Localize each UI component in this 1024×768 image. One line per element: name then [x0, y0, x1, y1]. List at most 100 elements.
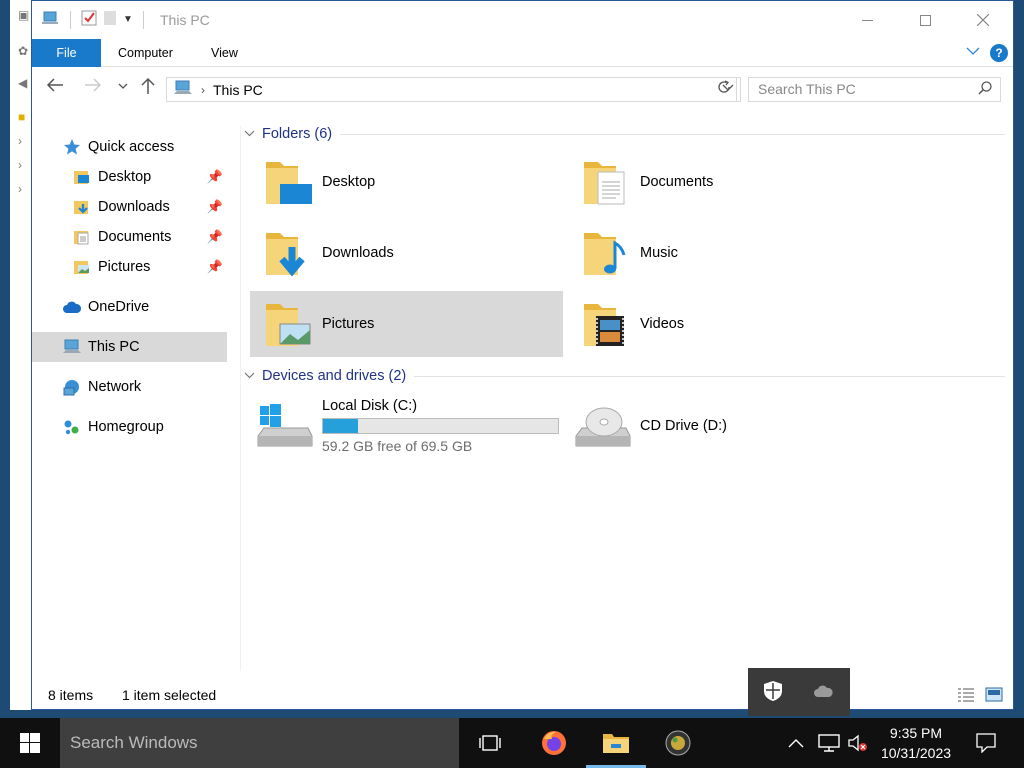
folders-group-header[interactable]: Folders (6)	[240, 123, 1005, 145]
new-folder-icon[interactable]	[103, 10, 117, 29]
homegroup-icon	[62, 418, 82, 436]
back-button[interactable]	[46, 77, 64, 98]
file-explorer-window: ▼ This PC File Computer View ? › This PC…	[31, 0, 1014, 710]
close-icon	[977, 14, 989, 26]
folder-name: Downloads	[322, 245, 394, 261]
desktop-folder-icon	[72, 169, 92, 185]
documents-folder-icon	[580, 156, 632, 208]
videos-folder-icon	[580, 298, 632, 350]
expand-ribbon-icon[interactable]	[966, 45, 980, 59]
recent-locations-button[interactable]	[118, 79, 128, 93]
sidebar-item-label: Network	[88, 379, 142, 395]
folder-tile-documents[interactable]: Documents	[568, 149, 881, 215]
folder-tile-music[interactable]: Music	[568, 220, 881, 286]
show-hidden-icons-button[interactable]	[788, 718, 804, 768]
sidebar-item-label: OneDrive	[88, 299, 150, 315]
drives-header-label: Devices and drives (2)	[262, 368, 407, 384]
drive-tile-local-disk[interactable]: Local Disk (C:) 59.2 GB free of 69.5 GB	[250, 393, 563, 459]
properties-icon[interactable]	[81, 10, 97, 29]
pin-icon[interactable]: 📌	[207, 229, 223, 245]
taskbar-search-box[interactable]: Search Windows	[60, 718, 459, 768]
ribbon: File Computer View ?	[32, 39, 1013, 67]
folder-name: Desktop	[322, 174, 376, 190]
minimize-button[interactable]	[838, 1, 896, 39]
folder-name: Pictures	[322, 316, 375, 332]
pin-icon[interactable]: 📌	[207, 259, 223, 275]
chevron-right-icon: ›	[18, 182, 22, 196]
customize-toolbar-icon[interactable]: ▼	[123, 14, 133, 25]
app-taskbar-button[interactable]	[648, 718, 708, 768]
folder-tile-videos[interactable]: Videos	[568, 291, 881, 357]
refresh-button[interactable]	[712, 77, 737, 102]
tab-view[interactable]: View	[211, 39, 238, 67]
sidebar-item-label: Pictures	[98, 259, 151, 275]
network-tray-button[interactable]	[818, 718, 840, 768]
folder-tile-pictures[interactable]: Pictures	[250, 291, 563, 357]
task-view-icon	[479, 735, 501, 751]
search-input[interactable]	[749, 78, 969, 100]
navigation-pane: Quick access Desktop 📌 Downloads 📌 Docum…	[32, 126, 237, 671]
computer-icon	[62, 339, 82, 355]
sidebar-item-label: Documents	[98, 229, 172, 245]
file-explorer-taskbar-button[interactable]	[586, 718, 646, 768]
folder-name: Videos	[640, 316, 685, 332]
pin-icon[interactable]: 📌	[207, 169, 223, 185]
task-view-button[interactable]	[460, 718, 520, 768]
maximize-button[interactable]	[896, 1, 954, 39]
sidebar-item-onedrive[interactable]: OneDrive	[32, 292, 227, 322]
sidebar-item-homegroup[interactable]: Homegroup	[32, 412, 227, 442]
address-bar[interactable]: › This PC	[166, 77, 741, 102]
volume-tray-button[interactable]	[848, 718, 868, 768]
minimize-icon	[861, 19, 873, 21]
pin-icon[interactable]: 📌	[207, 199, 223, 215]
taskbar-clock[interactable]: 9:35 PM 10/31/2023	[868, 723, 964, 763]
back-arrow-icon: ◀	[18, 76, 28, 90]
folder-tile-desktop[interactable]: Desktop	[250, 149, 563, 215]
firefox-taskbar-button[interactable]	[524, 718, 584, 768]
sidebar-item-desktop[interactable]: Desktop 📌	[32, 162, 227, 192]
maximize-icon	[919, 14, 931, 26]
cloud-icon	[62, 300, 82, 314]
chevron-right-icon: ›	[18, 134, 22, 148]
defender-shield-icon[interactable]	[763, 680, 783, 705]
folder-icon: ▣	[18, 8, 30, 22]
forward-arrow-icon	[85, 78, 102, 92]
content-pane: Folders (6) Desktop Documents Downloads	[240, 111, 1005, 671]
forward-button[interactable]	[84, 77, 102, 98]
action-center-button[interactable]	[966, 718, 1006, 768]
drives-group-header[interactable]: Devices and drives (2)	[240, 365, 1005, 387]
drive-tile-cd-drive[interactable]: CD Drive (D:)	[568, 393, 881, 459]
sidebar-item-documents[interactable]: Documents 📌	[32, 222, 227, 252]
sidebar-item-this-pc[interactable]: This PC	[32, 332, 227, 362]
file-explorer-icon	[603, 734, 629, 753]
chevron-down-icon	[118, 83, 128, 89]
details-view-button[interactable]	[957, 687, 975, 702]
search-icon	[978, 81, 992, 98]
clock-time: 9:35 PM	[889, 725, 943, 741]
pictures-folder-icon	[262, 298, 314, 350]
onedrive-tray-icon[interactable]	[813, 684, 835, 701]
sidebar-item-downloads[interactable]: Downloads 📌	[32, 192, 227, 222]
close-button[interactable]	[954, 1, 1012, 39]
downloads-folder-icon	[72, 199, 92, 215]
up-button[interactable]	[140, 77, 156, 100]
help-icon[interactable]: ?	[990, 44, 1008, 62]
sidebar-item-network[interactable]: Network	[32, 372, 227, 402]
sidebar-item-label: Downloads	[98, 199, 170, 215]
large-icons-view-icon	[985, 687, 1003, 702]
start-button[interactable]	[0, 718, 60, 768]
folder-tile-downloads[interactable]: Downloads	[250, 220, 563, 286]
search-box[interactable]	[748, 77, 1001, 102]
tab-computer[interactable]: Computer	[118, 39, 173, 67]
drive-free-space: 59.2 GB free of 69.5 GB	[322, 438, 473, 454]
breadcrumb-this-pc[interactable]: This PC	[213, 82, 263, 98]
sidebar-item-quick-access[interactable]: Quick access	[32, 132, 227, 162]
speaker-muted-icon	[848, 734, 867, 752]
tab-file[interactable]: File	[32, 39, 101, 67]
tray-overflow-popup	[748, 668, 850, 716]
large-icons-view-button[interactable]	[985, 687, 1003, 702]
folder-name: Documents	[640, 174, 714, 190]
windows-logo-icon	[20, 733, 40, 753]
sidebar-item-pictures[interactable]: Pictures 📌	[32, 252, 227, 282]
folder-icon: ■	[18, 110, 26, 124]
